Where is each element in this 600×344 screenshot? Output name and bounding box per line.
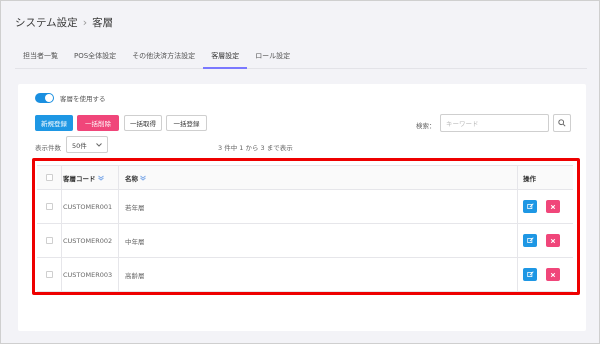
tab-pos-settings[interactable]: POS全体設定	[66, 45, 124, 69]
per-page-label: 表示件数	[35, 144, 61, 152]
row-code: CUSTOMER003	[63, 270, 113, 279]
customer-segment-table: 客層コード 名称 操作 CUSTOMER001 若年層 CUSTOMER002 …	[37, 165, 573, 292]
row-checkbox[interactable]	[45, 237, 53, 244]
close-icon	[550, 204, 556, 209]
search-input[interactable]: キーワード	[440, 114, 549, 132]
row-name: 中年層	[125, 237, 145, 246]
tab-staff-list[interactable]: 担当者一覧	[15, 45, 66, 69]
per-page-value: 50件	[72, 141, 87, 150]
close-icon	[550, 272, 556, 277]
edit-icon	[526, 203, 534, 209]
sort-icon	[97, 175, 104, 181]
breadcrumb-current: 客層	[92, 16, 114, 29]
tab-bar: 担当者一覧 POS全体設定 その他決済方法設定 客層設定 ロール設定	[15, 45, 587, 69]
edit-button[interactable]	[523, 268, 537, 281]
search-label: 検索：	[416, 122, 436, 130]
chevron-right-icon: ›	[82, 15, 88, 29]
row-code: CUSTOMER001	[63, 202, 113, 211]
row-checkbox[interactable]	[45, 203, 53, 210]
content-card: 客層を使用する 新規登録 一括削除 一括取得 一括登録 検索： キーワード 表示…	[18, 84, 586, 331]
sort-icon	[140, 175, 146, 181]
tab-role-settings[interactable]: ロール設定	[247, 45, 298, 69]
edit-button[interactable]	[523, 200, 537, 213]
search-icon	[558, 119, 566, 127]
close-icon	[550, 238, 556, 243]
header-actions: 操作	[523, 174, 536, 183]
bulk-register-button[interactable]: 一括登録	[166, 115, 207, 131]
tab-other-payment[interactable]: その他決済方法設定	[124, 45, 203, 69]
app-frame: システム設定 › 客層 担当者一覧 POS全体設定 その他決済方法設定 客層設定…	[0, 0, 600, 344]
bulk-delete-button[interactable]: 一括削除	[77, 115, 119, 131]
per-page-select[interactable]: 50件	[66, 136, 108, 153]
delete-button[interactable]	[546, 200, 560, 213]
row-name: 高齢層	[125, 271, 145, 280]
header-name[interactable]: 名称	[125, 166, 146, 189]
use-segment-toggle[interactable]	[35, 93, 54, 103]
result-info: 3 件中 1 から 3 まで表示	[218, 144, 293, 152]
table-header-row: 客層コード 名称 操作	[37, 166, 573, 190]
edit-icon	[526, 271, 534, 277]
chevron-down-icon	[96, 142, 102, 147]
edit-button[interactable]	[523, 234, 537, 247]
breadcrumb: システム設定 › 客層	[15, 14, 113, 30]
header-code[interactable]: 客層コード	[63, 166, 104, 189]
row-checkbox[interactable]	[45, 271, 53, 278]
row-name: 若年層	[125, 203, 145, 212]
delete-button[interactable]	[546, 234, 560, 247]
breadcrumb-title: システム設定	[15, 16, 78, 29]
toggle-label: 客層を使用する	[60, 95, 106, 103]
table-row: CUSTOMER001 若年層	[37, 190, 573, 224]
select-all-checkbox[interactable]	[45, 174, 53, 181]
edit-icon	[526, 237, 534, 243]
new-button[interactable]: 新規登録	[35, 115, 73, 131]
delete-button[interactable]	[546, 268, 560, 281]
search-button[interactable]	[553, 114, 571, 132]
table-row: CUSTOMER002 中年層	[37, 224, 573, 258]
row-code: CUSTOMER002	[63, 236, 113, 245]
table-row: CUSTOMER003 高齢層	[37, 258, 573, 292]
bulk-get-button[interactable]: 一括取得	[124, 115, 162, 131]
tab-customer-segment[interactable]: 客層設定	[203, 45, 248, 69]
use-segment-toggle-row: 客層を使用する	[35, 93, 106, 103]
